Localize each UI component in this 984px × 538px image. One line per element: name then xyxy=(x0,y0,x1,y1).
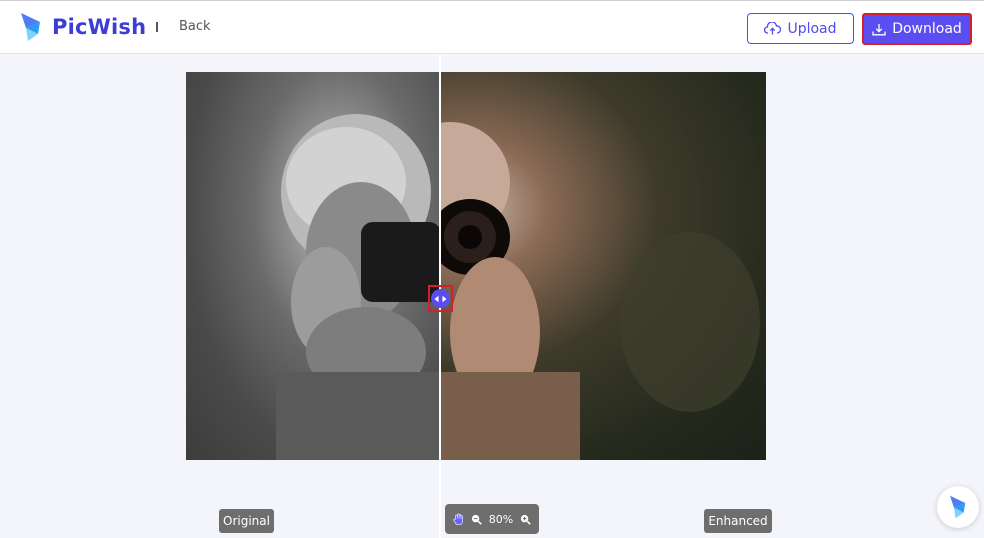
hand-icon xyxy=(453,513,463,525)
zoom-level: 80% xyxy=(488,512,514,526)
top-bar: PicWish Back Upload Download xyxy=(0,0,984,54)
download-button[interactable]: Download xyxy=(862,13,972,45)
compare-slider-handle[interactable] xyxy=(428,285,453,312)
enhanced-image xyxy=(440,72,766,460)
upload-label: Upload xyxy=(787,20,837,37)
brand-logo[interactable]: PicWish xyxy=(18,12,146,42)
zoom-out-button[interactable] xyxy=(471,514,482,525)
left-right-arrows-icon xyxy=(434,295,447,302)
original-label: Original xyxy=(219,509,274,533)
header-divider xyxy=(156,22,158,32)
enhanced-photo-art xyxy=(440,122,760,460)
comparison-canvas[interactable] xyxy=(186,72,766,460)
back-link[interactable]: Back xyxy=(179,19,211,34)
original-image xyxy=(186,72,440,460)
picwish-assistant-icon xyxy=(950,495,966,519)
hand-tool[interactable] xyxy=(453,513,464,525)
upload-button[interactable]: Upload xyxy=(747,13,854,44)
zoom-in-button[interactable] xyxy=(520,514,531,525)
zoom-out-icon xyxy=(471,514,482,525)
picwish-logo-icon xyxy=(21,13,40,41)
brand-name: PicWish xyxy=(52,15,147,39)
download-icon xyxy=(872,23,886,35)
zoom-in-icon xyxy=(521,514,531,525)
cloud-upload-icon xyxy=(764,22,782,35)
download-label: Download xyxy=(892,21,962,37)
original-photo-art xyxy=(276,114,440,460)
compare-handle-knob xyxy=(431,289,450,308)
zoom-toolbar: 80% xyxy=(445,504,539,534)
enhanced-label: Enhanced xyxy=(704,509,772,533)
assistant-button[interactable] xyxy=(937,486,979,528)
